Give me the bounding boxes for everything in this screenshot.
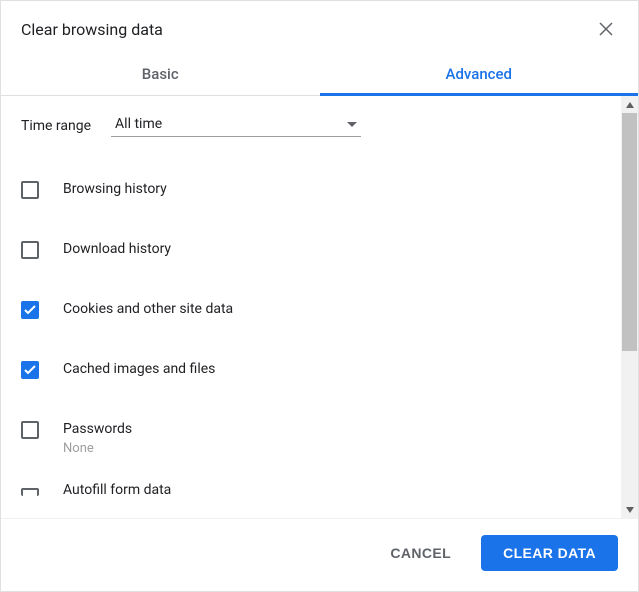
- checkbox-autofill[interactable]: [21, 488, 39, 496]
- time-range-select[interactable]: All time: [111, 114, 361, 137]
- close-icon: [598, 21, 614, 37]
- time-range-label: Time range: [21, 118, 91, 134]
- tab-advanced[interactable]: Advanced: [320, 51, 639, 95]
- clear-browsing-data-dialog: Clear browsing data Basic Advanced Time …: [0, 0, 639, 592]
- option-browsing-history: Browsing history: [21, 167, 618, 227]
- dialog-header: Clear browsing data: [1, 1, 638, 51]
- options-list: Browsing history Download history: [21, 167, 618, 500]
- option-cookies: Cookies and other site data: [21, 287, 618, 347]
- checkbox-download-history[interactable]: [21, 241, 39, 259]
- checkbox-browsing-history[interactable]: [21, 181, 39, 199]
- scroll-up-arrow-icon[interactable]: [621, 96, 638, 113]
- option-label: Cookies and other site data: [63, 299, 233, 319]
- option-label: Browsing history: [63, 179, 167, 199]
- checkbox-cached[interactable]: [21, 361, 39, 379]
- tab-basic[interactable]: Basic: [1, 51, 320, 95]
- time-range-value: All time: [115, 116, 162, 132]
- close-button[interactable]: [594, 17, 618, 41]
- scroll-down-arrow-icon[interactable]: [621, 501, 638, 518]
- content: Time range All time Browsing history: [1, 96, 638, 518]
- option-passwords: Passwords None: [21, 407, 618, 468]
- time-range-row: Time range All time: [21, 114, 618, 137]
- cancel-button[interactable]: CANCEL: [368, 535, 473, 571]
- checkbox-cookies[interactable]: [21, 301, 39, 319]
- scrollbar[interactable]: [621, 96, 638, 518]
- option-sub: None: [63, 441, 132, 456]
- content-wrap: Time range All time Browsing history: [1, 96, 638, 518]
- chevron-down-icon: [347, 116, 357, 132]
- option-label: Passwords: [63, 419, 132, 439]
- clear-data-button[interactable]: CLEAR DATA: [481, 535, 618, 571]
- checkbox-passwords[interactable]: [21, 421, 39, 439]
- scroll-thumb[interactable]: [622, 113, 637, 351]
- dialog-title: Clear browsing data: [21, 20, 163, 39]
- option-label: Cached images and files: [63, 359, 215, 379]
- option-cached: Cached images and files: [21, 347, 618, 407]
- option-download-history: Download history: [21, 227, 618, 287]
- option-label: Download history: [63, 239, 171, 259]
- option-label: Autofill form data: [63, 480, 171, 500]
- option-autofill: Autofill form data: [21, 468, 618, 500]
- dialog-footer: CANCEL CLEAR DATA: [1, 518, 638, 591]
- tabs: Basic Advanced: [1, 51, 638, 96]
